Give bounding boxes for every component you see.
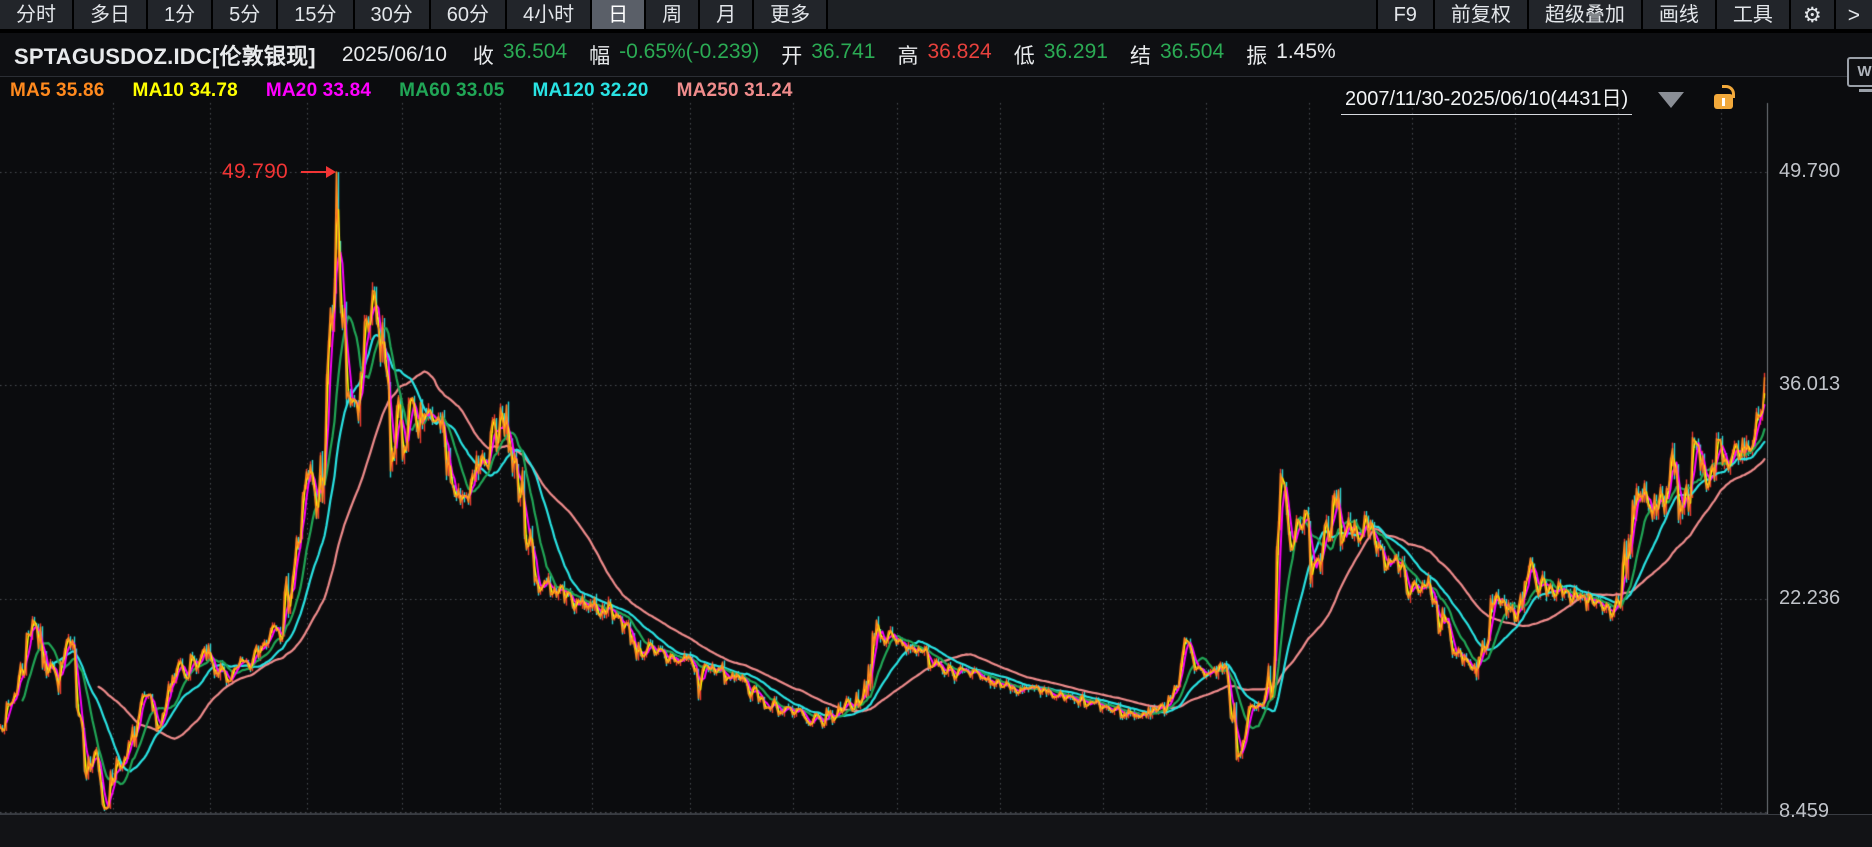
all-time-high-annotation: 49.790 <box>222 160 289 183</box>
low-field: 低 36.291 <box>1013 39 1108 68</box>
ma60-legend: MA60 33.05 <box>399 80 505 101</box>
y-axis-label-high: 49.790 <box>1779 160 1841 182</box>
tab-4hour[interactable]: 4小时 <box>507 0 591 29</box>
high-field: 高 36.824 <box>897 39 992 68</box>
ma120-legend: MA120 32.20 <box>532 80 649 101</box>
dropdown-triangle-icon[interactable] <box>1658 92 1685 108</box>
close-field: 收 36.504 <box>472 39 568 68</box>
toolbar-spacer <box>828 0 1376 29</box>
tab-15min[interactable]: 15分 <box>278 0 353 29</box>
draw-line-button[interactable]: 画线 <box>1642 0 1715 29</box>
quote-info-bar: SPTAGUSDOZ.IDC[伦敦银现] 2025/06/10 收 36.504… <box>0 33 1872 76</box>
tab-daily[interactable]: 日 <box>592 0 645 29</box>
chevron-right-icon[interactable]: > <box>1835 0 1872 29</box>
ma5-legend: MA5 35.86 <box>10 80 105 101</box>
f9-button[interactable]: F9 <box>1377 0 1433 29</box>
y-axis-label-upper: 36.013 <box>1779 373 1841 395</box>
tools-button[interactable]: 工具 <box>1716 0 1789 29</box>
ma-legend: MA5 35.86 MA10 34.78 MA20 33.84 MA60 33.… <box>10 80 793 102</box>
super-overlay-button[interactable]: 超级叠加 <box>1528 0 1641 29</box>
amplitude-field: 振 1.45% <box>1246 39 1336 68</box>
change-field: 幅 -0.65%(-0.239) <box>589 39 760 68</box>
tab-more[interactable]: 更多 <box>754 0 827 29</box>
tab-5min[interactable]: 5分 <box>213 0 277 29</box>
candlestick-chart-canvas[interactable] <box>0 77 1872 847</box>
annotation-arrow-icon <box>301 166 336 178</box>
y-axis-label-low: 8.459 <box>1779 800 1830 822</box>
time-axis-strip <box>0 814 1872 847</box>
ma20-legend: MA20 33.84 <box>265 80 372 101</box>
date-range-selector[interactable]: 2007/11/30-2025/06/10(4431日) <box>1341 82 1736 115</box>
quote-date: 2025/06/10 <box>341 42 447 66</box>
settle-field: 结 36.504 <box>1129 39 1225 68</box>
tab-weekly[interactable]: 周 <box>646 0 699 29</box>
ma250-legend: MA250 31.24 <box>676 80 793 101</box>
y-axis-label-lower: 22.236 <box>1779 587 1841 609</box>
tab-30min[interactable]: 30分 <box>354 0 429 29</box>
tab-1min[interactable]: 1分 <box>148 0 212 29</box>
tab-monthly[interactable]: 月 <box>700 0 753 29</box>
period-toolbar: 分时 多日 1分 5分 15分 30分 60分 4小时 日 周 月 更多 F9 … <box>0 0 1872 31</box>
tab-60min[interactable]: 60分 <box>430 0 505 29</box>
forward-adjust-button[interactable]: 前复权 <box>1434 0 1527 29</box>
date-range-text[interactable]: 2007/11/30-2025/06/10(4431日) <box>1341 82 1633 115</box>
chart-panel: MA5 35.86 MA10 34.78 MA20 33.84 MA60 33.… <box>0 76 1872 847</box>
ma10-legend: MA10 34.78 <box>132 80 238 101</box>
symbol-name: SPTAGUSDOZ.IDC[伦敦银现] <box>14 43 316 69</box>
unlock-icon[interactable] <box>1714 85 1736 109</box>
tab-timeline[interactable]: 分时 <box>0 0 72 29</box>
gear-icon[interactable]: ⚙ <box>1790 0 1834 29</box>
open-field: 开 36.741 <box>781 39 876 68</box>
wenhua-logo-icon: WF <box>1847 57 1872 87</box>
tab-multiday[interactable]: 多日 <box>74 0 146 29</box>
